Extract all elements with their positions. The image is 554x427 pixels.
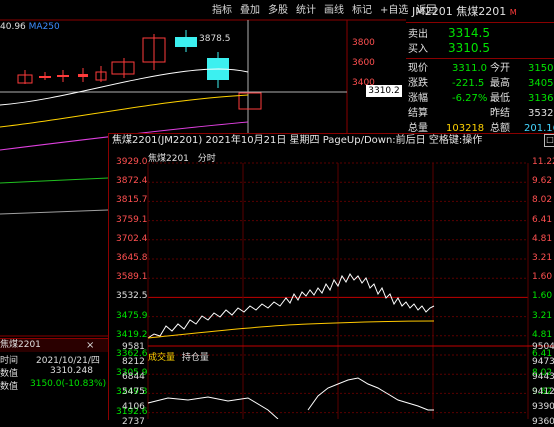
intraday-average-line xyxy=(147,320,435,339)
price-tick-left: 3419.2 xyxy=(116,329,148,340)
popup-close-button[interactable]: □ xyxy=(544,134,554,147)
info-third-value: 3150.0(-10.83%) xyxy=(30,379,107,389)
price-tick-left: 3702.4 xyxy=(116,233,148,244)
popup-title: 焦煤2201(JM2201) 2021年10月21日 星期四 PageUp/Do… xyxy=(112,135,483,146)
sell-label: 卖出 xyxy=(408,29,428,40)
toolbar-overlay[interactable]: 叠加 xyxy=(236,4,264,18)
pct-change-label: 涨幅 xyxy=(408,93,428,104)
ma250-label: MA250 xyxy=(28,22,60,32)
high-value: 3405 xyxy=(528,78,554,89)
info-value-label: 数值 xyxy=(0,369,19,379)
info-third-label: 数值 xyxy=(0,382,19,392)
price-tick-left: 3872.4 xyxy=(116,176,148,187)
pct-tick-right: 4.81 xyxy=(532,233,553,244)
pct-tick-right: 3.21 xyxy=(532,253,553,263)
open-label: 今开 xyxy=(490,63,510,74)
volume-tick-right: 9443 xyxy=(532,372,554,382)
toolbar-mark[interactable]: 标记 xyxy=(348,4,376,18)
intraday-price-line xyxy=(147,273,435,339)
pct-tick-right: 8.02 xyxy=(532,195,553,206)
sell-price[interactable]: 3314.5 xyxy=(448,26,490,40)
open-interest-label: 持仓量 xyxy=(181,353,209,363)
volume-label: 成交量 xyxy=(148,353,176,363)
toolbar-multi-stock[interactable]: 多股 xyxy=(264,4,292,18)
last-price-label: 现价 xyxy=(408,63,428,74)
change-label: 涨跌 xyxy=(408,78,428,89)
volume-tick-left: 6844 xyxy=(122,372,145,382)
intraday-timeshare-label: 分时 xyxy=(197,154,216,164)
buy-price[interactable]: 3310.5 xyxy=(448,41,490,55)
price-tick-left: 3759.1 xyxy=(116,214,148,225)
price-tick-left: 3815.7 xyxy=(116,195,148,206)
price-axis-3600: 3600 xyxy=(352,58,375,68)
pct-tick-right: 1.60 xyxy=(532,272,553,283)
volume-tick-right: 9504 xyxy=(532,342,554,352)
toolbar-indicator[interactable]: 指标 xyxy=(208,4,236,18)
volume-tick-left: 5475 xyxy=(122,387,145,397)
quote-panel: JM2201 焦煤2201 M 卖出 3314.5 买入 3310.5 现价 3… xyxy=(406,0,554,148)
info-time-value: 2021/10/21/四 xyxy=(36,356,100,366)
crosshair-price-label: 3310.2 xyxy=(366,85,402,97)
prev-settle-value: 3532. xyxy=(528,108,554,119)
buy-label: 买入 xyxy=(408,44,428,55)
open-value: 3150 xyxy=(528,63,554,74)
pct-tick-right: 6.41 xyxy=(532,214,553,225)
ma-line-green xyxy=(0,177,109,184)
price-tick-left: 3532.5 xyxy=(116,291,148,302)
price-axis-3800: 3800 xyxy=(352,38,375,48)
pct-tick-right: 3.21 xyxy=(532,310,553,321)
low-label: 最低 xyxy=(490,93,510,104)
low-value: 3136 xyxy=(528,93,554,104)
ma-line-gray xyxy=(0,209,109,215)
close-icon[interactable]: □ xyxy=(546,135,554,144)
volume-tick-right: 9412 xyxy=(532,387,554,397)
volume-tick-right: 9473 xyxy=(532,357,554,367)
intraday-chart[interactable] xyxy=(108,148,554,419)
info-box-title: 焦煤2201 xyxy=(0,340,41,350)
info-time-label: 时间 xyxy=(0,356,19,366)
volume-tick-left: 8212 xyxy=(122,357,145,367)
open-interest-line xyxy=(147,377,434,419)
intraday-symbol-label: 焦煤2201 xyxy=(148,154,189,164)
info-box-close-icon[interactable]: × xyxy=(86,339,94,352)
price-tick-left: 3589.1 xyxy=(116,272,148,283)
price-tick-left: 3929.0 xyxy=(116,157,148,167)
pct-tick-right: 1.60 xyxy=(532,291,553,302)
prev-settle-label: 昨结 xyxy=(490,108,510,119)
volume-tick-right: 9390 xyxy=(532,402,554,412)
pct-change-value: -6.27% xyxy=(452,93,488,104)
high-label: 最高 xyxy=(490,78,510,89)
pct-tick-right: 11.22 xyxy=(532,157,554,167)
price-tick-left: 3475.9 xyxy=(116,310,148,321)
settle-label: 结算 xyxy=(408,108,428,119)
price-tick-left: 3645.8 xyxy=(116,253,148,263)
quote-symbol: JM2201 xyxy=(412,5,453,18)
volume-tick-left: 4106 xyxy=(122,402,145,412)
kline-price-annotation: 3878.5 xyxy=(199,34,231,44)
toolbar-statistics[interactable]: 统计 xyxy=(292,4,320,18)
toolbar-draw-line[interactable]: 画线 xyxy=(320,4,348,18)
pct-tick-right: 9.62 xyxy=(532,176,553,187)
volume-tick-left: 9581 xyxy=(122,342,145,352)
quote-flag: M xyxy=(509,8,517,17)
quote-name: 焦煤2201 xyxy=(456,5,507,18)
ma-value: 40.96 xyxy=(0,22,26,32)
crosshair-info-box: 焦煤2201 × 时间 2021/10/21/四 数值 3310.248 数值 … xyxy=(0,338,108,420)
info-value-value: 3310.248 xyxy=(50,366,93,376)
change-value: -221.5 xyxy=(452,78,485,89)
intraday-grid xyxy=(147,162,554,419)
last-price-value: 3311.0 xyxy=(452,63,487,74)
pct-tick-right: 4.81 xyxy=(532,329,553,340)
